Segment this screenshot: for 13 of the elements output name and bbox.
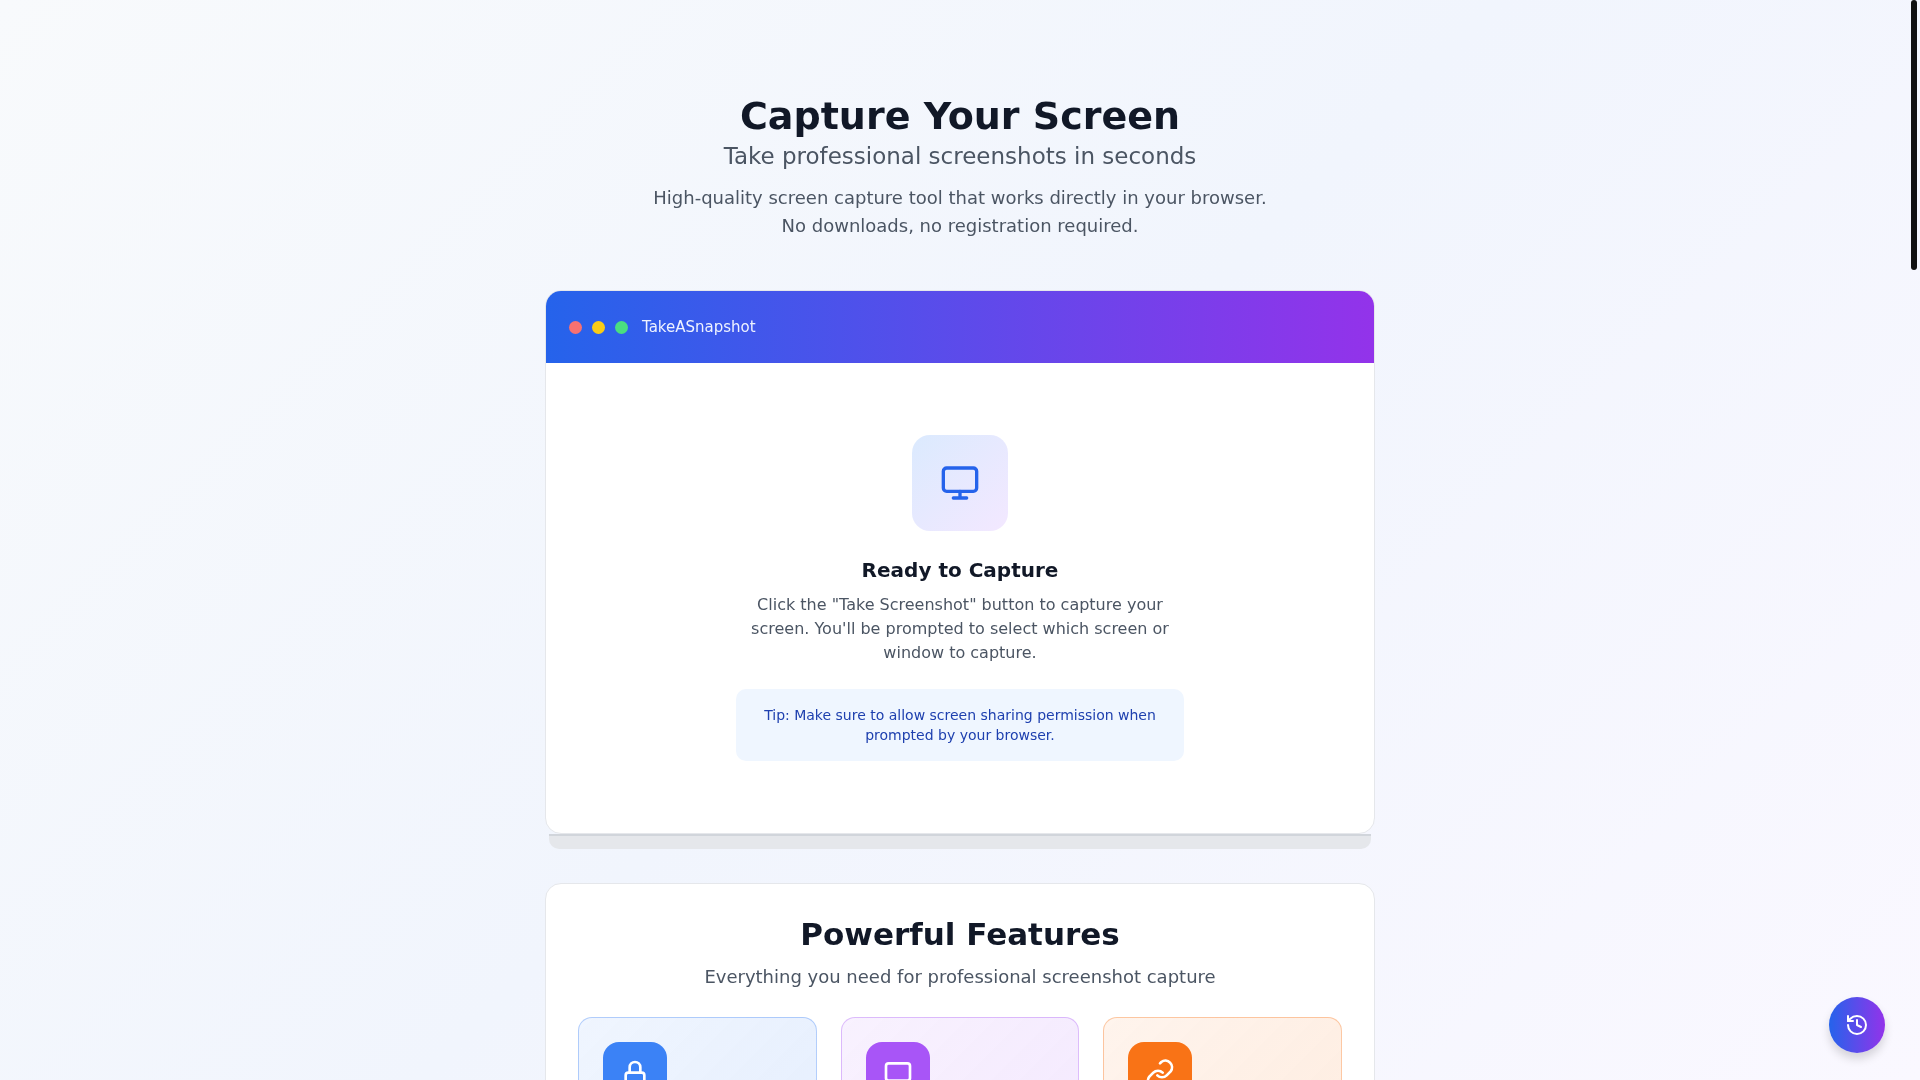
history-icon [1845,1013,1869,1037]
window-title: TakeASnapshot [642,318,756,336]
scrollbar-thumb[interactable] [1911,0,1917,270]
status-message: Click the "Take Screenshot" button to capture your screen. You'll be prompted to select which screen or window to capture. [750,594,1170,664]
features-subtitle: Everything you need for professional screenshot capture [704,965,1216,989]
features-title: Powerful Features [800,915,1120,954]
status-heading: Ready to Capture [861,557,1059,584]
page-subtitle: Take professional screenshots in seconds [723,142,1197,171]
history-button[interactable] [1829,997,1885,1053]
monitor-icon [940,463,980,503]
page-description: High-quality screen capture tool that works directly in your browser. No downloads, no registration required. [652,186,1268,238]
page-title: Capture Your Screen [739,93,1181,140]
tip-box: Tip: Make sure to allow screen sharing permission when prompted by your browser. [736,689,1184,761]
